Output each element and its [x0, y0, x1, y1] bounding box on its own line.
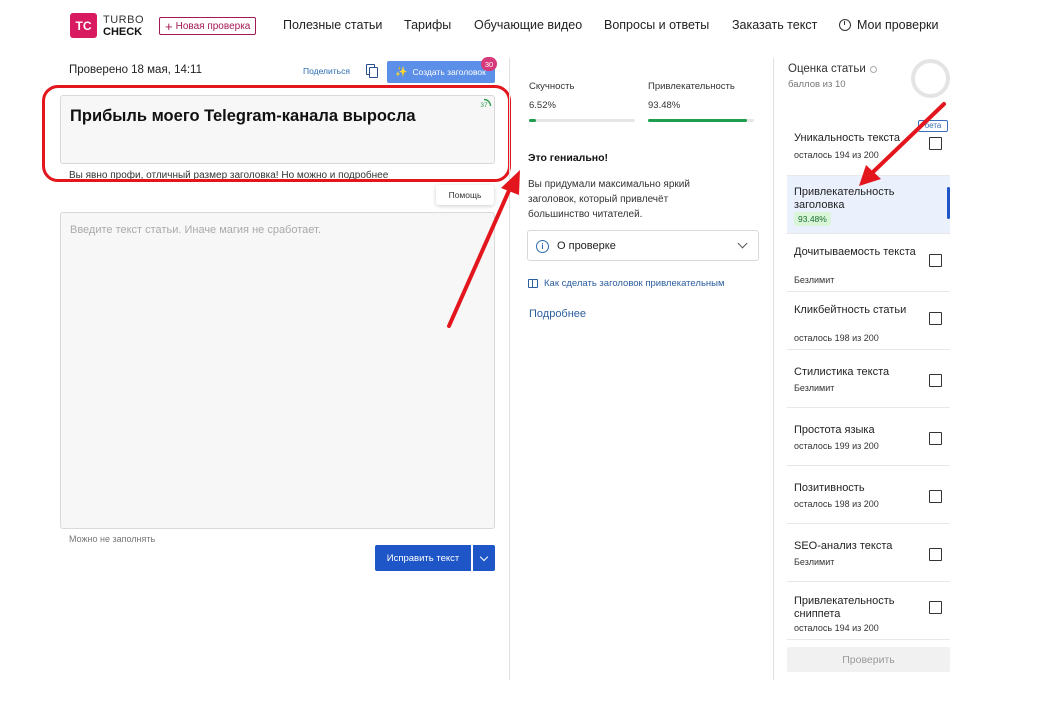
criterion-name: Кликбейтность статьи — [794, 304, 907, 316]
question-icon[interactable] — [869, 65, 877, 73]
metric-attractiveness-value: 93.48% — [648, 100, 681, 111]
metric-boredom-bar — [529, 119, 635, 122]
help-button[interactable]: Помощь — [436, 185, 494, 205]
criterion-checkbox[interactable] — [929, 432, 942, 445]
top-header: TC TURBO CHECK + Новая проверка Полезные… — [0, 0, 1057, 50]
column-divider — [509, 58, 510, 680]
fix-text-button[interactable]: Исправить текст — [375, 545, 471, 571]
criterion-name: Простота языка — [794, 424, 875, 436]
verify-button[interactable]: Проверить — [787, 647, 950, 672]
criterion-checkbox[interactable] — [929, 254, 942, 267]
criterion-item[interactable]: Стилистика текста Безлимит — [787, 350, 950, 408]
plus-icon: + — [165, 18, 173, 34]
create-headline-label: Создать заголовок — [412, 67, 486, 77]
criterion-name: SEO-анализ текста — [794, 540, 893, 552]
metric-attractiveness-fill — [648, 119, 748, 122]
new-check-button[interactable]: + Новая проверка — [159, 17, 257, 35]
chevron-down-icon — [737, 238, 748, 249]
about-check-label: О проверке — [557, 240, 616, 252]
criterion-checkbox[interactable] — [929, 601, 942, 614]
verdict-title: Это гениально! — [528, 152, 609, 164]
article-textarea[interactable]: Введите текст статьи. Иначе магия не сра… — [60, 212, 495, 529]
criterion-item[interactable]: Позитивность осталось 198 из 200 — [787, 466, 950, 524]
article-placeholder: Введите текст статьи. Иначе магия не сра… — [70, 224, 321, 236]
criterion-quota: Безлимит — [794, 557, 835, 567]
howto-headline-link[interactable]: Как сделать заголовок привлекательным — [528, 278, 725, 289]
more-link[interactable]: Подробнее — [529, 308, 586, 320]
magic-wand-icon: ✨ — [395, 66, 408, 78]
create-headline-button[interactable]: ✨ Создать заголовок — [387, 61, 495, 83]
active-indicator — [947, 187, 950, 219]
turbocheck-logo[interactable]: TC TURBO CHECK — [70, 13, 144, 38]
score-title-text: Оценка статьи — [788, 63, 866, 75]
criterion-item[interactable]: Привлекательность заголовка 93.48% — [787, 176, 950, 234]
column-divider — [773, 58, 774, 680]
nav-my-checks[interactable]: Мои проверки — [839, 18, 939, 32]
criterion-item[interactable]: Простота языка осталось 199 из 200 — [787, 408, 950, 466]
criterion-quota: осталось 194 из 200 — [794, 623, 879, 633]
fix-text-dropdown[interactable] — [473, 545, 495, 571]
criterion-quota: осталось 198 из 200 — [794, 499, 879, 509]
share-link[interactable]: Поделиться — [303, 66, 350, 76]
nav-order-text[interactable]: Заказать текст — [732, 18, 817, 32]
criterion-name: Стилистика текста — [794, 366, 890, 378]
criterion-quota: Безлимит — [794, 383, 835, 393]
criterion-name: Привлекательность заголовка — [794, 186, 895, 211]
checked-date: Проверено 18 мая, 14:11 — [69, 64, 202, 76]
about-check-accordion[interactable]: i О проверке — [527, 230, 759, 261]
criterion-name: Позитивность — [794, 482, 865, 494]
criterion-quota: осталось 199 из 200 — [794, 441, 879, 451]
criterion-item[interactable]: SEO-анализ текста Безлимит — [787, 524, 950, 582]
logo-line-1: TURBO — [103, 13, 144, 26]
criterion-checkbox[interactable] — [929, 490, 942, 503]
score-subtitle: баллов из 10 — [788, 79, 846, 90]
criterion-checkbox[interactable] — [929, 312, 942, 325]
nav-useful-articles[interactable]: Полезные статьи — [283, 18, 382, 32]
chevron-down-icon — [479, 552, 489, 561]
criterion-quota: осталось 194 из 200 — [794, 150, 879, 160]
metric-boredom-label: Скучность — [529, 81, 575, 92]
nav-faq[interactable]: Вопросы и ответы — [604, 18, 709, 32]
new-check-label: Новая проверка — [175, 20, 251, 32]
criterion-checkbox[interactable] — [929, 137, 942, 150]
optional-note: Можно не заполнять — [69, 534, 156, 544]
score-title: Оценка статьи — [788, 63, 877, 75]
annotation-highlight-frame — [42, 85, 511, 182]
criterion-quota: осталось 198 из 200 — [794, 333, 879, 343]
logo-mark: TC — [70, 13, 97, 38]
metric-boredom-fill — [529, 119, 536, 122]
headline-credits-badge: 30 — [481, 57, 497, 71]
metric-boredom-value: 6.52% — [529, 100, 556, 111]
book-icon — [528, 279, 538, 288]
nav-tutorial-videos[interactable]: Обучающие видео — [474, 18, 582, 32]
criterion-score-badge: 93.48% — [794, 212, 831, 226]
criterion-checkbox[interactable] — [929, 548, 942, 561]
criterion-item[interactable]: Кликбейтность статьи осталось 198 из 200 — [787, 292, 950, 350]
nav-pricing[interactable]: Тарифы — [404, 18, 451, 32]
criterion-name: Дочитываемость текста — [794, 246, 916, 258]
my-checks-label: Мои проверки — [857, 18, 939, 32]
criterion-checkbox[interactable] — [929, 374, 942, 387]
criterion-quota: Безлимит — [794, 275, 835, 285]
howto-headline-label: Как сделать заголовок привлекательным — [544, 278, 725, 289]
criteria-list: Уникальность текста осталось 194 из 200 Пр… — [787, 118, 950, 640]
beta-badge: бета — [918, 120, 948, 132]
score-ring — [911, 59, 950, 98]
info-icon: i — [536, 240, 549, 253]
criterion-name: Привлекательность сниппета — [794, 595, 895, 620]
verdict-text: Вы придумали максимально яркий заголовок… — [528, 179, 690, 220]
copy-icon[interactable] — [366, 64, 378, 78]
history-clock-icon — [839, 19, 851, 31]
criterion-name: Уникальность текста — [794, 132, 901, 144]
criterion-item[interactable]: Привлекательность сниппета осталось 194 и… — [787, 582, 950, 640]
logo-line-2: CHECK — [103, 25, 143, 38]
criterion-item[interactable]: Дочитываемость текста Безлимит — [787, 234, 950, 292]
metric-attractiveness-bar — [648, 119, 754, 122]
metric-attractiveness-label: Привлекательность — [648, 81, 735, 92]
